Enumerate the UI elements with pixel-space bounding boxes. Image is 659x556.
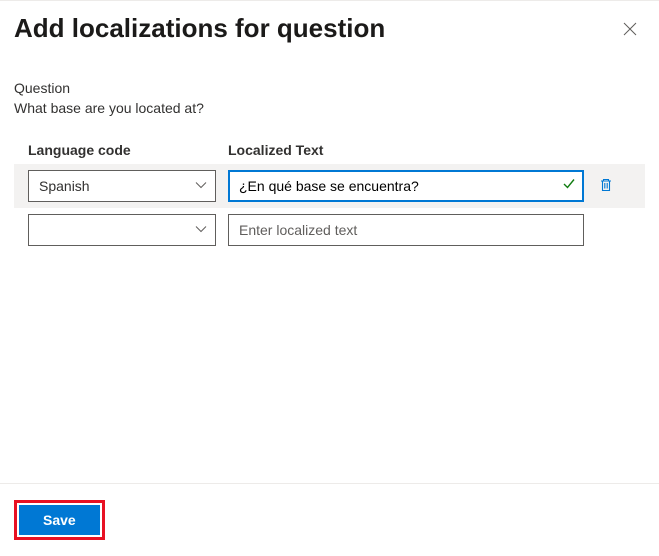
question-label: Question <box>14 80 645 96</box>
panel-title: Add localizations for question <box>14 13 385 44</box>
save-highlight: Save <box>14 500 105 540</box>
localized-text-input[interactable] <box>228 214 584 246</box>
delete-row-button[interactable] <box>596 175 616 198</box>
chevron-down-icon <box>195 222 207 238</box>
localization-row <box>14 208 645 252</box>
close-icon <box>623 22 637 36</box>
save-button[interactable]: Save <box>19 505 100 535</box>
close-button[interactable] <box>619 18 641 40</box>
language-select[interactable] <box>28 214 216 246</box>
language-select[interactable]: Spanish <box>28 170 216 202</box>
column-language-code: Language code <box>28 142 216 158</box>
localization-row: Spanish <box>14 164 645 208</box>
question-text: What base are you located at? <box>14 100 645 116</box>
column-localized-text: Localized Text <box>228 142 584 158</box>
chevron-down-icon <box>195 178 207 194</box>
trash-icon <box>598 177 614 193</box>
localized-text-input[interactable] <box>228 170 584 202</box>
language-select-value: Spanish <box>39 178 90 194</box>
checkmark-icon <box>562 177 576 196</box>
